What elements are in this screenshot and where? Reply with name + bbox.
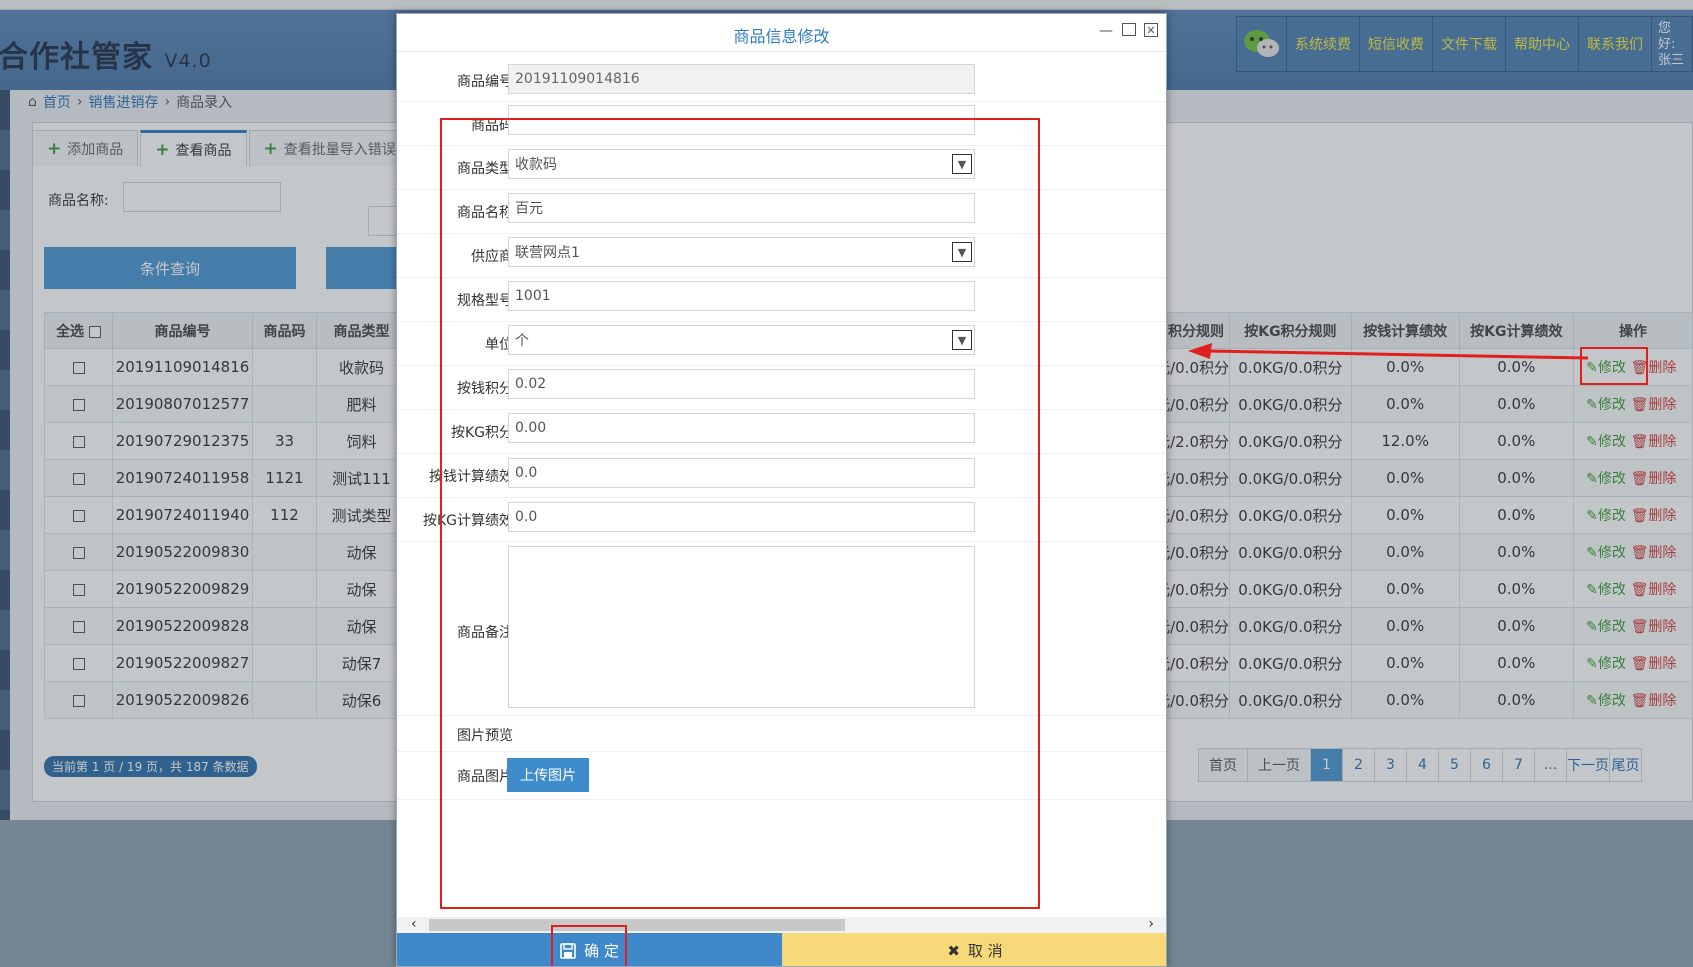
scroll-right-icon[interactable]: › bbox=[1148, 916, 1154, 932]
scroll-thumb[interactable] bbox=[429, 919, 845, 931]
close-icon[interactable]: ✕ bbox=[1144, 23, 1158, 37]
product-no-field: 20191109014816 bbox=[508, 64, 975, 94]
close-icon: ✖ bbox=[947, 941, 960, 960]
minimize-icon[interactable]: — bbox=[1098, 23, 1114, 39]
annotation-edit-box bbox=[1580, 347, 1648, 385]
annotation-form-box bbox=[440, 118, 1040, 909]
window-controls: — ✕ bbox=[1098, 23, 1158, 39]
horizontal-scrollbar[interactable]: ‹ › bbox=[397, 916, 1166, 933]
edit-product-dialog: 商品信息修改 — ✕ 商品编号 20191109014816 商品码 商品类型 … bbox=[396, 13, 1167, 967]
dialog-title: 商品信息修改 bbox=[733, 27, 830, 46]
scroll-left-icon[interactable]: ‹ bbox=[411, 916, 417, 932]
dialog-header: 商品信息修改 — ✕ bbox=[397, 14, 1166, 52]
row-product-no: 商品编号 20191109014816 bbox=[397, 58, 1166, 102]
annotation-arrow-icon bbox=[1188, 343, 1588, 360]
annotation-confirm-box bbox=[551, 925, 627, 966]
cancel-button[interactable]: ✖ 取 消 bbox=[782, 933, 1166, 966]
maximize-icon[interactable] bbox=[1122, 23, 1136, 36]
